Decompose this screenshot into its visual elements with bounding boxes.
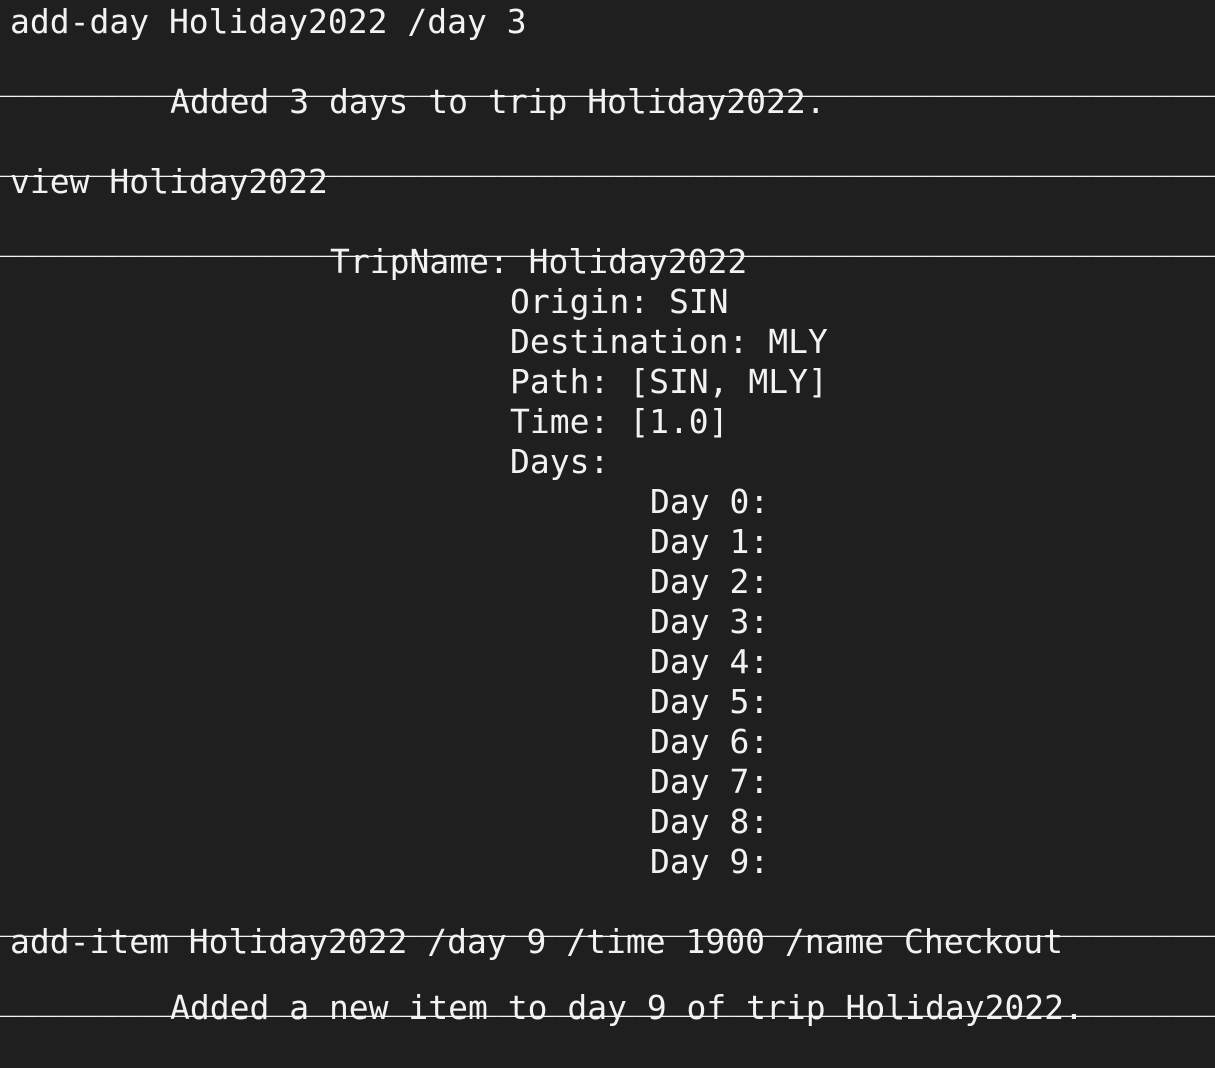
terminal-window[interactable]: add-day Holiday2022 /day 3 _____________… bbox=[0, 0, 1215, 1068]
trip-destination-line: Destination: MLY bbox=[510, 322, 828, 361]
trip-time-line: Time: [1.0] bbox=[510, 402, 729, 441]
trip-path-line: Path: [SIN, MLY] bbox=[510, 362, 828, 401]
trip-day-entry: Day 2: bbox=[650, 562, 770, 601]
trip-day-entry: Day 6: bbox=[650, 722, 770, 761]
command-line-add-day: add-day Holiday2022 /day 3 bbox=[10, 2, 527, 41]
response-add-item: Added a new item to day 9 of trip Holida… bbox=[170, 988, 1084, 1027]
trip-day-entry: Day 5: bbox=[650, 682, 770, 721]
trip-day-entry: Day 1: bbox=[650, 522, 770, 561]
trip-day-entry: Day 7: bbox=[650, 762, 770, 801]
trip-days-label: Days: bbox=[510, 442, 610, 481]
trip-day-entry: Day 0: bbox=[650, 482, 770, 521]
trip-day-entry: Day 3: bbox=[650, 602, 770, 641]
command-line-view: view Holiday2022 bbox=[10, 162, 328, 201]
trip-day-entry: Day 8: bbox=[650, 802, 770, 841]
trip-day-entry: Day 4: bbox=[650, 642, 770, 681]
trip-day-entry: Day 9: bbox=[650, 842, 770, 881]
trip-origin-line: Origin: SIN bbox=[510, 282, 729, 321]
response-add-day: Added 3 days to trip Holiday2022. bbox=[170, 82, 826, 121]
trip-name-line: TripName: Holiday2022 bbox=[330, 242, 748, 281]
command-line-add-item: add-item Holiday2022 /day 9 /time 1900 /… bbox=[10, 922, 1063, 961]
